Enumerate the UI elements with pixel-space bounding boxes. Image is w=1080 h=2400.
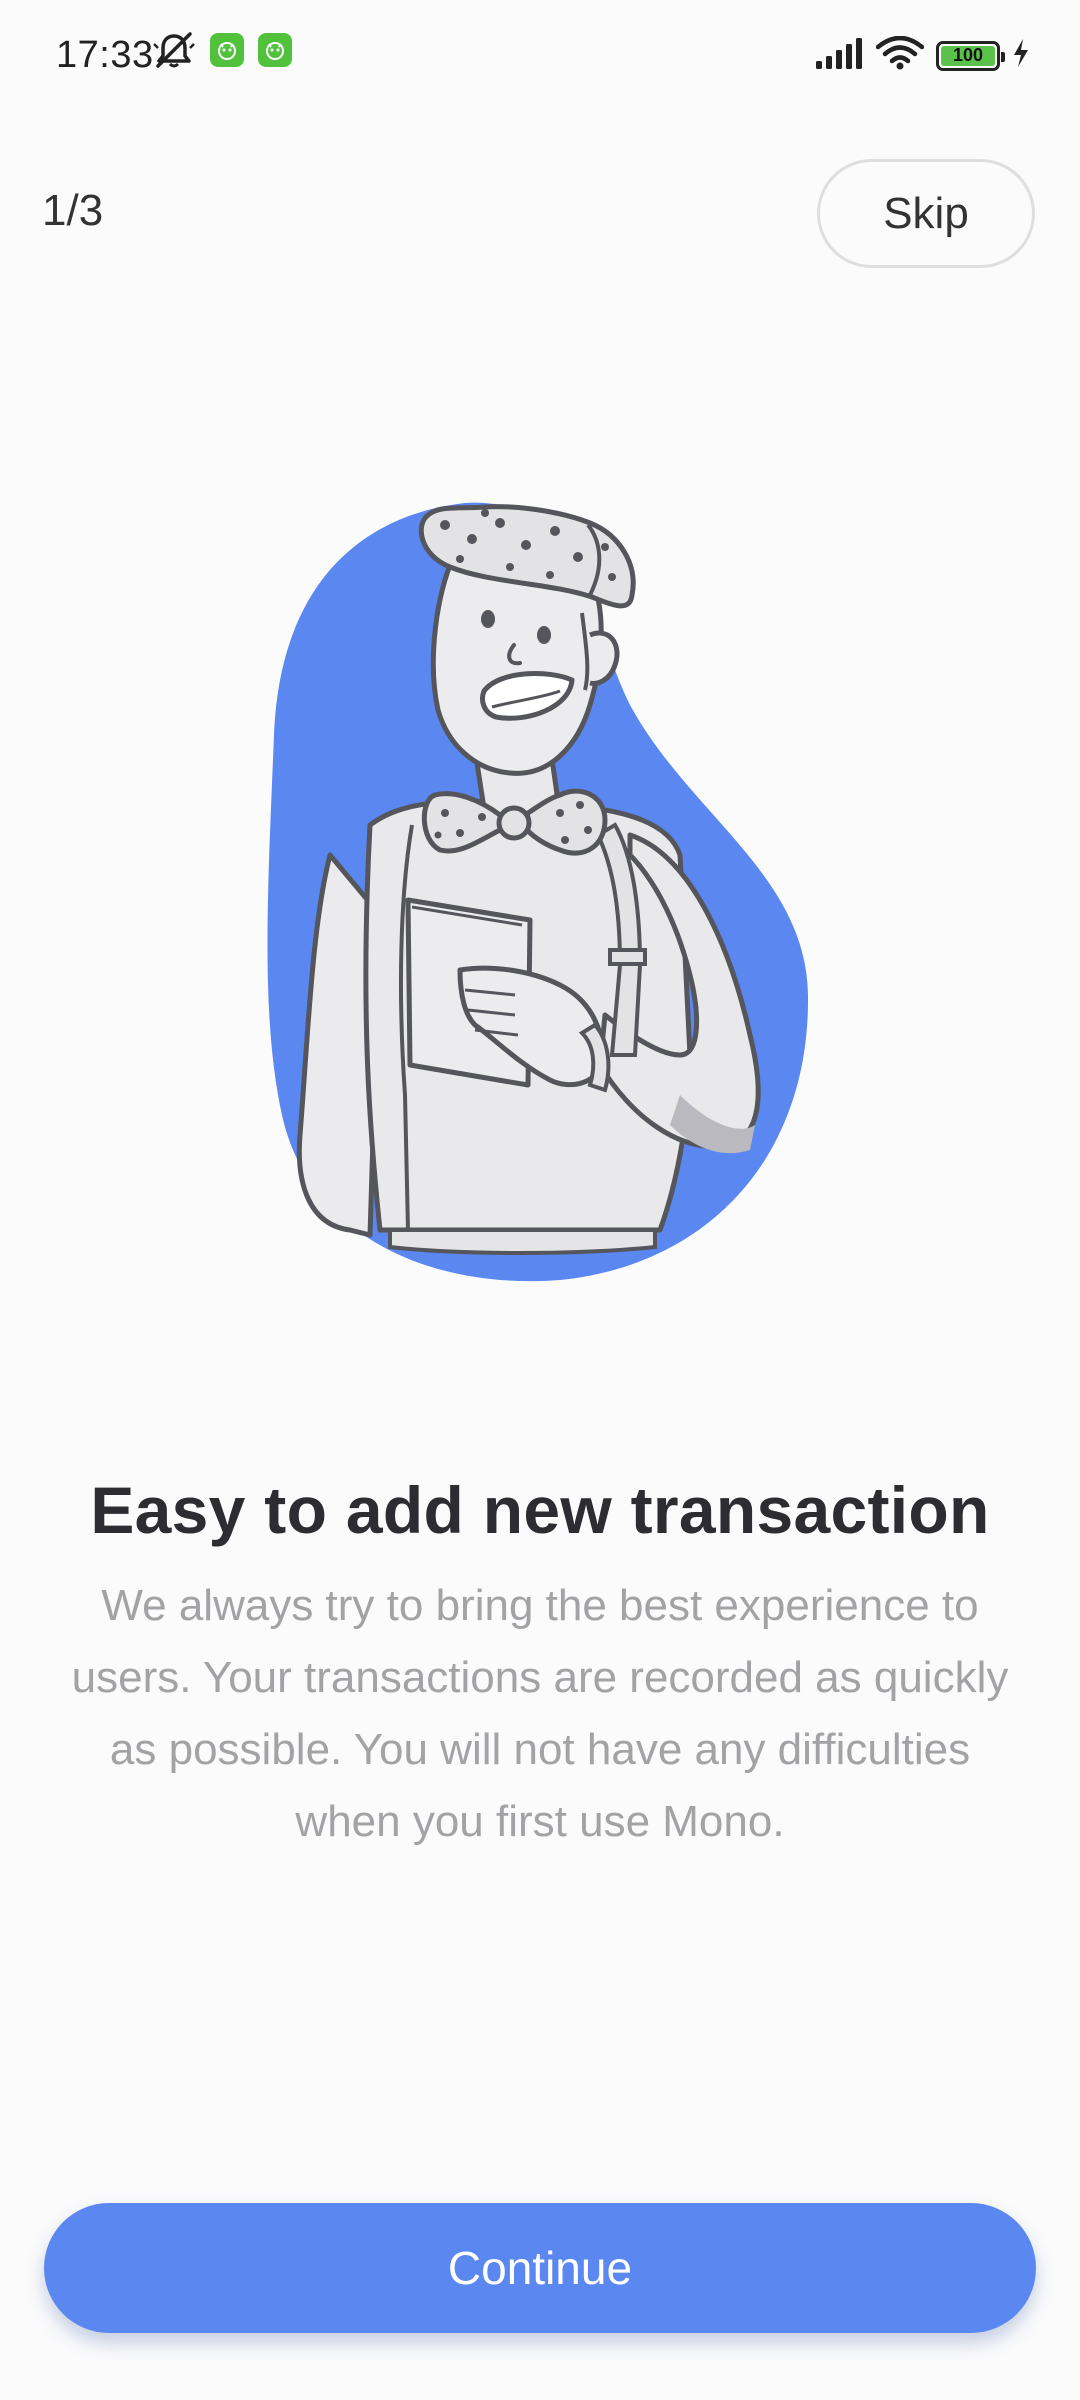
signal-icon	[814, 37, 864, 74]
app-notification-icon	[210, 33, 244, 67]
onboarding-headline: Easy to add new transaction	[90, 1473, 990, 1547]
app-notification-icon	[258, 33, 292, 67]
page-counter: 1/3	[42, 186, 104, 235]
status-right-icons: 100	[814, 35, 1030, 75]
onboarding-description: We always try to bring the best experien…	[71, 1581, 1009, 1846]
skip-button[interactable]: Skip	[817, 159, 1035, 268]
battery-level: 100	[952, 45, 984, 65]
charging-bolt-icon	[1012, 38, 1030, 73]
mute-bell-icon	[152, 30, 196, 70]
continue-button[interactable]: Continue	[44, 2203, 1036, 2333]
wifi-icon	[875, 35, 925, 75]
status-time: 17:33	[56, 34, 154, 76]
status-bar: 17:33 100	[0, 0, 1080, 115]
onboarding-illustration	[260, 495, 820, 1285]
status-left-icons	[152, 30, 292, 70]
battery-icon: 100	[936, 40, 1005, 71]
